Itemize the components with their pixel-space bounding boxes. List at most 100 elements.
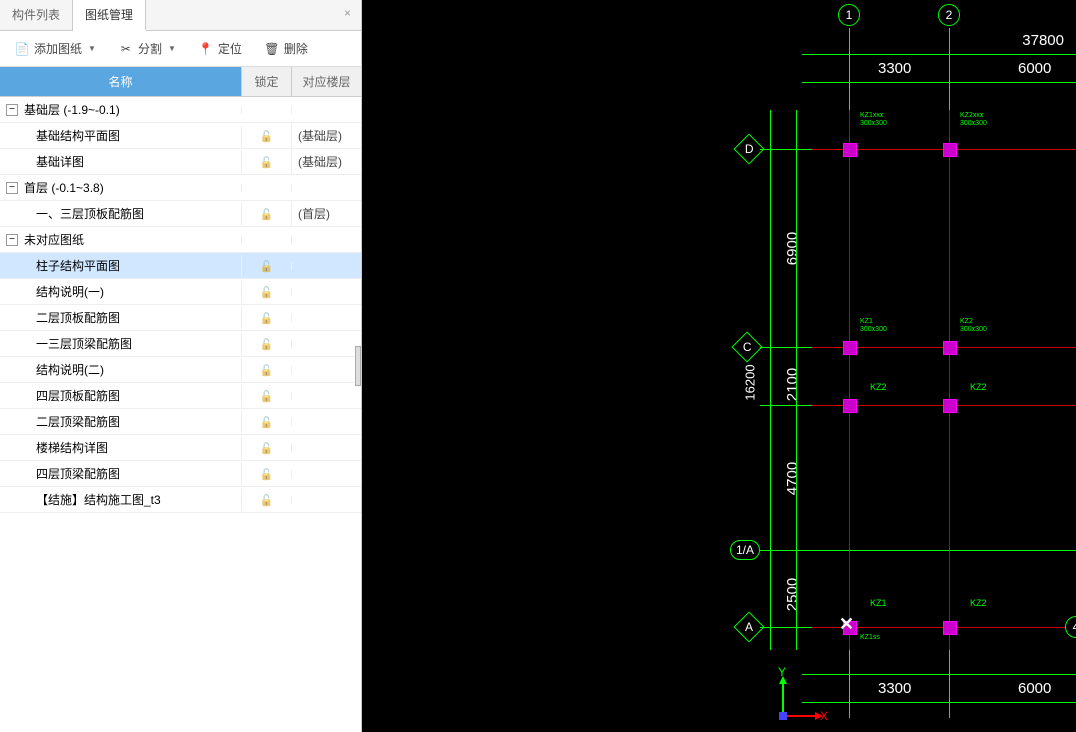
tree-row[interactable]: 结构说明(二) 🔓 <box>0 357 361 383</box>
tree-name-cell: 一三层顶梁配筋图 <box>0 331 241 356</box>
dim-left-1: 6900 <box>784 232 801 265</box>
floor-cell <box>291 184 361 192</box>
dim-total: 37800 <box>1022 32 1064 49</box>
floor-cell: (基础层) <box>291 123 361 148</box>
tree-name-cell: 结构说明(一) <box>0 279 241 304</box>
tree-name-cell: 四层顶板配筋图 <box>0 383 241 408</box>
tree-name-cell: −首层 (-0.1~3.8) <box>0 175 241 200</box>
lock-cell[interactable]: 🔓 <box>241 437 291 459</box>
floor-cell <box>291 288 361 296</box>
lock-cell[interactable]: 🔓 <box>241 203 291 225</box>
lock-cell <box>241 236 291 244</box>
tree-item-label: 楼梯结构详图 <box>36 439 108 456</box>
lock-cell[interactable]: 🔓 <box>241 307 291 329</box>
tree-row[interactable]: 柱子结构平面图🔓 <box>0 253 361 279</box>
tree-row[interactable]: 【结施】结构施工图_t3🔓 <box>0 487 361 513</box>
lock-cell[interactable]: 🔓 <box>241 359 291 381</box>
tree-row[interactable]: −未对应图纸 <box>0 227 361 253</box>
lock-cell[interactable]: 🔓 <box>241 463 291 485</box>
dim-c-split: 16200 <box>743 364 758 400</box>
lock-cell[interactable]: 🔓 <box>241 333 291 355</box>
tree-row[interactable]: 二层顶板配筋图🔓 <box>0 305 361 331</box>
dim-line <box>802 674 1076 675</box>
tree-item-label: 四层顶梁配筋图 <box>36 465 120 482</box>
tree-name-cell: 四层顶梁配筋图 <box>0 461 241 486</box>
col-label: KZ1 <box>870 598 887 608</box>
split-label: 分割 <box>138 40 162 57</box>
add-label: 添加图纸 <box>34 40 82 57</box>
dim-line <box>802 702 1076 703</box>
delete-button[interactable]: 🗑 删除 <box>258 37 314 60</box>
dim-line <box>796 110 797 650</box>
tree-row[interactable]: 基础结构平面图🔓(基础层) <box>0 123 361 149</box>
lock-icon: 🔓 <box>260 365 274 377</box>
tree-item-label: 结构说明(二) <box>36 361 104 378</box>
tree-row[interactable]: −首层 (-0.1~3.8) <box>0 175 361 201</box>
lock-icon: 🔓 <box>260 339 274 351</box>
tree-row[interactable]: 四层顶梁配筋图 🔓 <box>0 461 361 487</box>
tree-item-label: 一三层顶梁配筋图 <box>36 335 132 352</box>
tree-row[interactable]: 一三层顶梁配筋图 🔓 <box>0 331 361 357</box>
tree-row[interactable]: 基础详图🔓(基础层) <box>0 149 361 175</box>
col-detail: KZ1300x300 <box>860 318 887 333</box>
split-button[interactable]: ✂ 分割 ▼ <box>112 37 182 60</box>
axis-label-x: X <box>820 709 828 723</box>
dim-bot-1: 3300 <box>878 680 911 697</box>
tree-row[interactable]: 一、三层顶板配筋图🔓(首层) <box>0 201 361 227</box>
grid-bubble-2: 2 <box>938 4 960 26</box>
column <box>943 341 957 355</box>
dropdown-icon: ▼ <box>88 44 96 53</box>
lock-icon: 🔓 <box>260 391 274 403</box>
tree-name-cell: 楼梯结构详图 <box>0 435 241 460</box>
tree-item-label: 二层顶梁配筋图 <box>36 413 120 430</box>
add-drawing-button[interactable]: 📄 添加图纸 ▼ <box>8 37 102 60</box>
tab-drawings[interactable]: 图纸管理 <box>73 0 146 31</box>
dim-left-4: 2500 <box>784 578 801 611</box>
col-lock-header[interactable]: 锁定 <box>241 67 291 96</box>
lock-icon: 🔓 <box>260 157 274 169</box>
delete-icon: 🗑 <box>264 41 280 57</box>
cad-viewport[interactable]: 1 2 3 4 D C 1/A A 37800 3300 6000 6000 7… <box>362 0 1076 732</box>
lock-cell[interactable]: 🔓 <box>241 255 291 277</box>
floor-cell <box>291 340 361 348</box>
close-button[interactable]: × <box>334 0 361 30</box>
tab-components[interactable]: 构件列表 <box>0 0 73 30</box>
expander-icon[interactable]: − <box>6 104 18 116</box>
tree-row[interactable]: 结构说明(一)🔓 <box>0 279 361 305</box>
col-detail: KZ1xxx300x300 <box>860 112 887 127</box>
red-line <box>849 110 850 650</box>
axis-label-y: Y <box>778 665 786 679</box>
split-icon: ✂ <box>118 41 134 57</box>
cross-mark: ✕ <box>839 614 854 635</box>
tree-name-cell: 二层顶梁配筋图 <box>0 409 241 434</box>
tree-item-label: 未对应图纸 <box>24 231 84 248</box>
expander-icon[interactable]: − <box>6 182 18 194</box>
drawing-tree[interactable]: −基础层 (-1.9~-0.1)基础结构平面图🔓(基础层)基础详图🔓(基础层)−… <box>0 97 361 732</box>
lock-cell[interactable]: 🔓 <box>241 281 291 303</box>
resize-handle[interactable] <box>355 346 361 386</box>
tree-row[interactable]: 楼梯结构详图 🔓 <box>0 435 361 461</box>
tree-row[interactable]: 二层顶梁配筋图 🔓 <box>0 409 361 435</box>
floor-cell <box>291 314 361 322</box>
floor-cell <box>291 392 361 400</box>
floor-cell <box>291 236 361 244</box>
tree-name-cell: 基础详图 <box>0 149 241 174</box>
floor-cell <box>291 444 361 452</box>
col-name-header[interactable]: 名称 <box>0 67 241 96</box>
lock-cell[interactable]: 🔓 <box>241 411 291 433</box>
tree-row[interactable]: 四层顶板配筋图 🔓 <box>0 383 361 409</box>
dim-left-2: 2100 <box>784 368 801 401</box>
expander-icon[interactable]: − <box>6 234 18 246</box>
lock-cell[interactable]: 🔓 <box>241 151 291 173</box>
add-icon: 📄 <box>14 41 30 57</box>
tree-row[interactable]: −基础层 (-1.9~-0.1) <box>0 97 361 123</box>
lock-cell[interactable]: 🔓 <box>241 385 291 407</box>
tabs: 构件列表 图纸管理 × <box>0 0 361 31</box>
tree-name-cell: 【结施】结构施工图_t3 <box>0 487 241 512</box>
col-floor-header[interactable]: 对应楼层 <box>291 67 361 96</box>
lock-cell[interactable]: 🔓 <box>241 489 291 511</box>
axis-origin <box>779 712 787 720</box>
col-label: KZ2 <box>970 382 987 392</box>
locate-button[interactable]: 📍 定位 <box>192 37 248 60</box>
lock-cell[interactable]: 🔓 <box>241 125 291 147</box>
